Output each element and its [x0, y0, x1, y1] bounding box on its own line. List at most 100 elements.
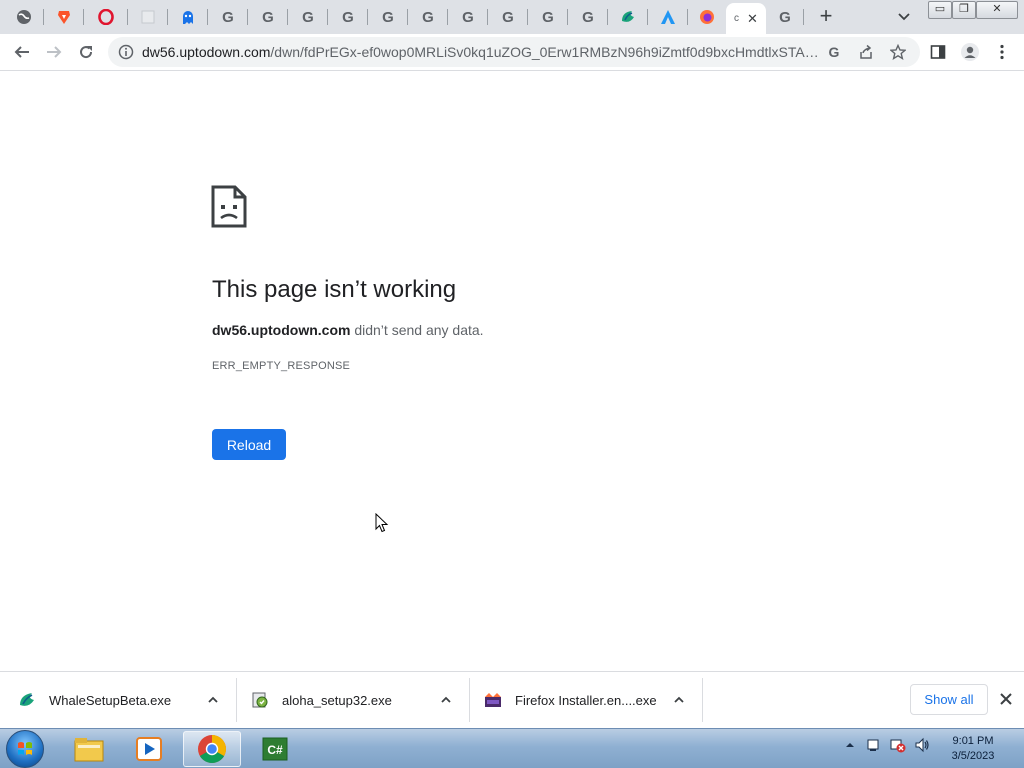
start-button[interactable]	[6, 730, 44, 768]
ghost-icon	[180, 9, 196, 25]
system-clock[interactable]: 9:01 PM 3/5/2023	[940, 734, 1006, 764]
csharp-icon: C#	[262, 737, 288, 761]
svg-text:C#: C#	[267, 743, 283, 757]
chevron-up-icon[interactable]	[672, 693, 686, 707]
chevron-up-icon[interactable]	[439, 693, 453, 707]
tab-item[interactable]	[648, 0, 688, 34]
installer-icon	[251, 691, 269, 709]
download-filename: Firefox Installer.en....exe	[515, 692, 657, 708]
taskbar-app-csharp[interactable]: C#	[246, 731, 304, 767]
profile-avatar-icon[interactable]	[960, 42, 980, 62]
share-icon[interactable]	[858, 44, 874, 60]
tab-item[interactable]	[688, 0, 726, 34]
bookmark-star-icon[interactable]	[890, 44, 906, 60]
download-item[interactable]: aloha_setup32.exe	[251, 678, 469, 722]
tab-item[interactable]: G	[368, 0, 408, 34]
tab-item[interactable]	[4, 0, 44, 34]
windows-logo-icon	[18, 742, 32, 755]
sad-page-icon	[211, 185, 247, 228]
volume-icon[interactable]	[914, 737, 930, 753]
google-icon: G	[262, 8, 274, 26]
tab-item[interactable]: G	[328, 0, 368, 34]
tab-item[interactable]	[84, 0, 128, 34]
close-window-button[interactable]: ✕	[976, 1, 1018, 19]
tab-item[interactable]: G	[766, 0, 804, 34]
tab-item[interactable]: G	[448, 0, 488, 34]
firefox-installer-icon	[484, 691, 502, 709]
tab-close-icon[interactable]: ✕	[747, 11, 758, 27]
forward-arrow-icon[interactable]	[44, 42, 64, 62]
tab-item[interactable]	[608, 0, 648, 34]
error-message-text: didn’t send any data.	[350, 322, 484, 338]
menu-kebab-icon[interactable]	[992, 42, 1012, 62]
google-icon: G	[422, 8, 434, 26]
side-panel-icon[interactable]	[928, 42, 948, 62]
tab-search-chevron-icon[interactable]	[895, 9, 913, 25]
opera-icon	[98, 9, 114, 25]
google-icon: G	[302, 8, 314, 26]
media-player-icon	[136, 737, 162, 761]
error-host: dw56.uptodown.com	[212, 322, 351, 338]
blank-page-icon	[140, 9, 156, 25]
download-shelf: WhaleSetupBeta.exe aloha_setup32.exe Fir…	[0, 671, 1024, 728]
tab-item[interactable]: G	[488, 0, 528, 34]
taskbar-app-media-player[interactable]	[120, 731, 178, 767]
google-icon: G	[342, 8, 354, 26]
google-icon: G	[462, 8, 474, 26]
download-filename: WhaleSetupBeta.exe	[49, 692, 172, 708]
tab-item[interactable]: G	[208, 0, 248, 34]
tab-active[interactable]: c ✕	[726, 3, 766, 34]
reload-icon[interactable]	[76, 42, 96, 62]
whale-icon	[18, 691, 36, 709]
tab-item[interactable]: G	[568, 0, 608, 34]
new-tab-button[interactable]: +	[814, 5, 838, 29]
clock-time: 9:01 PM	[952, 735, 994, 747]
mouse-cursor-icon	[375, 512, 389, 533]
site-info-icon[interactable]	[118, 44, 134, 60]
download-item[interactable]: Firefox Installer.en....exe	[484, 678, 702, 722]
globe-icon	[16, 9, 32, 25]
google-icon: G	[222, 8, 234, 26]
url-path: /dwn/fdPrEGx-ef0wop0MRLiSv0kq1uZOG_0Erw1…	[270, 44, 822, 60]
tab-item[interactable]: G	[248, 0, 288, 34]
back-arrow-icon[interactable]	[12, 42, 32, 62]
restore-button[interactable]: ❐	[952, 1, 976, 19]
close-shelf-icon[interactable]	[998, 691, 1014, 707]
tab-item[interactable]	[44, 0, 84, 34]
google-icon: G	[779, 8, 791, 26]
url-host: dw56.uptodown.com	[142, 44, 271, 60]
tab-item[interactable]: G	[288, 0, 328, 34]
google-icon: G	[542, 8, 554, 26]
show-all-button[interactable]: Show all	[910, 684, 988, 715]
taskbar-app-chrome[interactable]	[183, 731, 241, 767]
brave-icon	[56, 9, 72, 25]
taskbar-app-explorer[interactable]	[60, 731, 118, 767]
google-icon: G	[382, 8, 394, 26]
windows-taskbar: C# 9:01 PM 3/5/2023	[0, 728, 1024, 768]
action-center-flag-icon[interactable]	[866, 737, 882, 753]
firefox-icon	[699, 9, 715, 25]
reload-button[interactable]: Reload	[212, 429, 286, 460]
tab-item[interactable]	[128, 0, 168, 34]
page-title: This page isn’t working	[212, 276, 457, 303]
error-code: ERR_EMPTY_RESPONSE	[212, 360, 351, 372]
google-icon: G	[502, 8, 514, 26]
show-hidden-icons-icon[interactable]	[844, 737, 860, 753]
clock-date: 3/5/2023	[951, 750, 995, 762]
tab-title: c	[734, 13, 740, 24]
file-explorer-icon	[74, 738, 104, 762]
google-translate-icon[interactable]: G	[826, 44, 842, 60]
whale-browser-icon	[620, 9, 636, 25]
download-item[interactable]: WhaleSetupBeta.exe	[18, 678, 236, 722]
download-filename: aloha_setup32.exe	[282, 692, 392, 708]
tab-item[interactable]: G	[528, 0, 568, 34]
network-disconnected-icon[interactable]	[890, 737, 906, 753]
minimize-button[interactable]: ▭	[928, 1, 952, 19]
aloha-icon	[660, 9, 676, 25]
url-text[interactable]: dw56.uptodown.com/dwn/fdPrEGx-ef0wop0MRL…	[142, 44, 822, 60]
tab-item[interactable]: G	[408, 0, 448, 34]
tab-item[interactable]	[168, 0, 208, 34]
browser-toolbar: dw56.uptodown.com/dwn/fdPrEGx-ef0wop0MRL…	[0, 34, 1024, 71]
address-bar[interactable]: dw56.uptodown.com/dwn/fdPrEGx-ef0wop0MRL…	[108, 37, 920, 67]
chevron-up-icon[interactable]	[206, 693, 220, 707]
